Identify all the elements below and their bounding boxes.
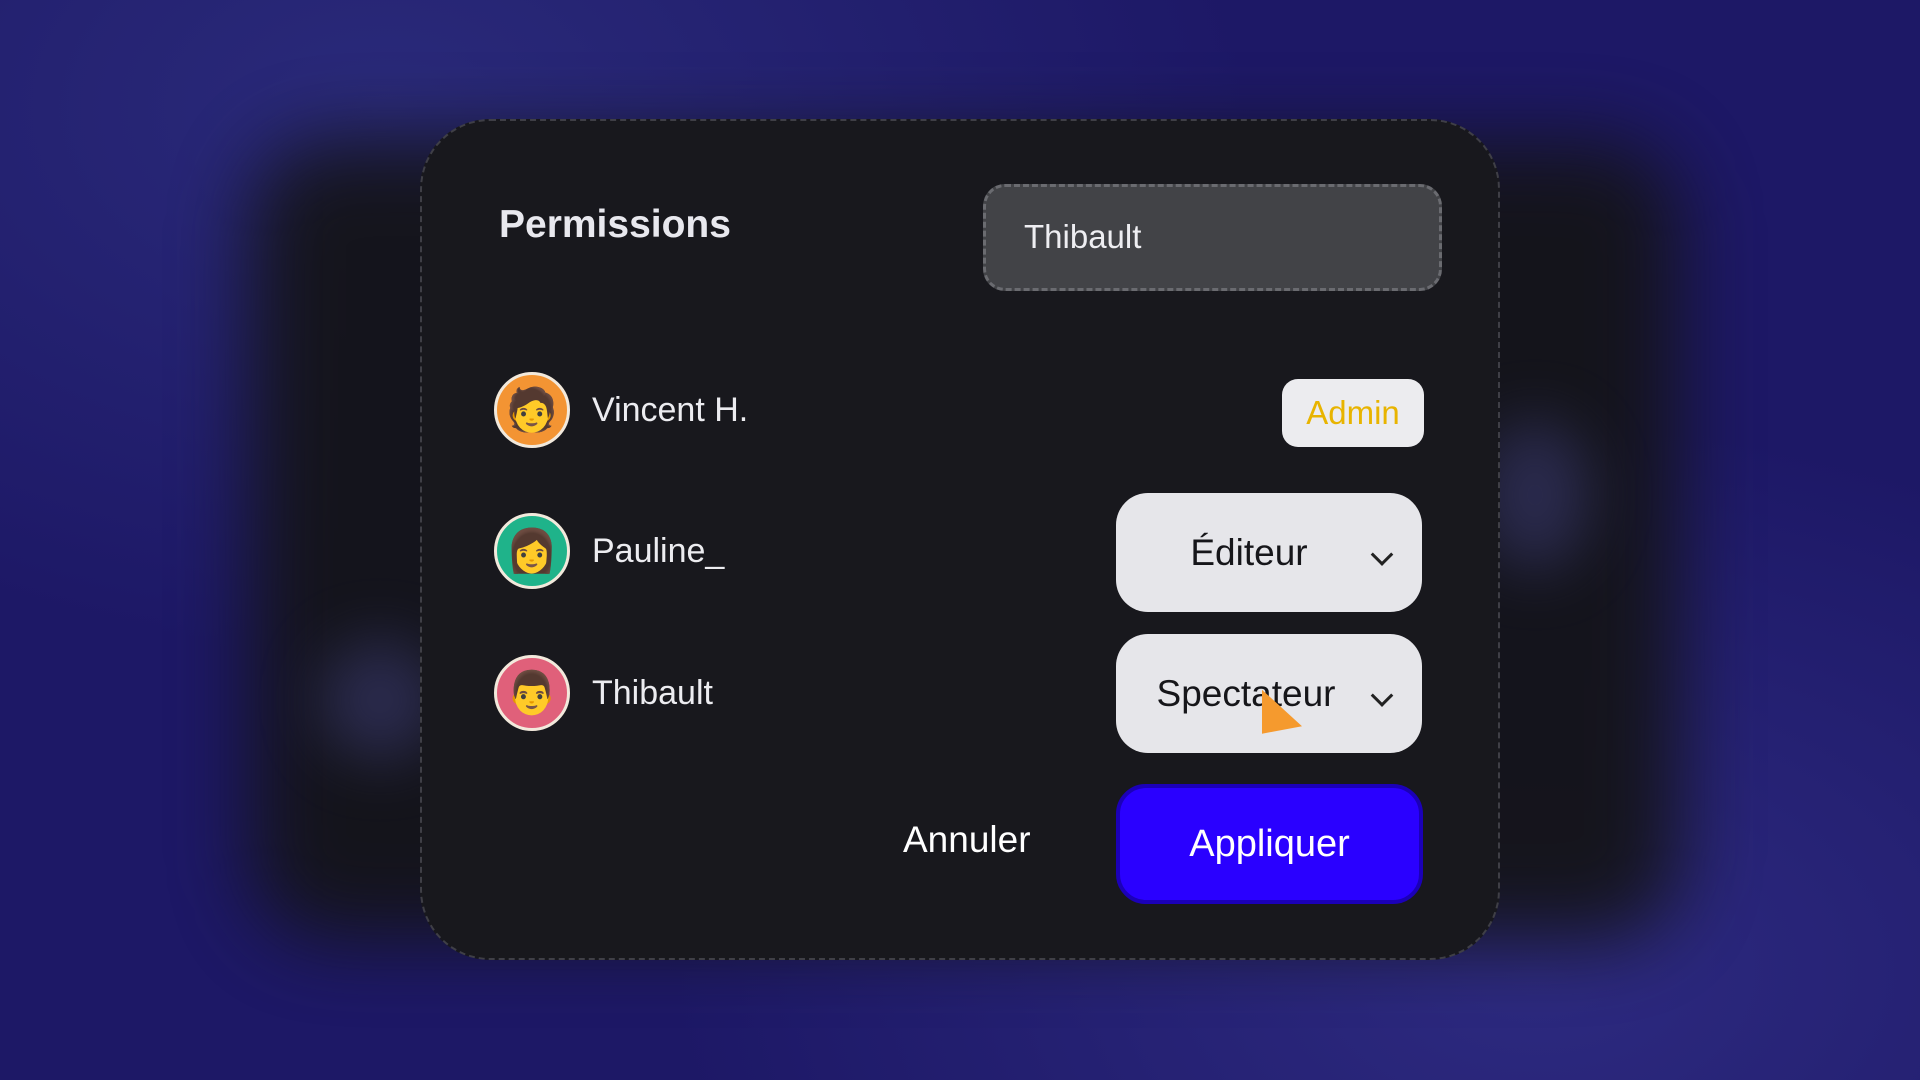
cancel-button[interactable]: Annuler bbox=[897, 818, 1037, 862]
role-dropdown-value: Éditeur bbox=[1190, 531, 1308, 573]
user-name: Vincent H. bbox=[592, 390, 749, 429]
avatar-memoji-man-glasses-icon: 🧑 bbox=[494, 372, 570, 448]
user-name: Pauline_ bbox=[592, 531, 725, 570]
role-dropdown-pauline[interactable]: Éditeur bbox=[1116, 493, 1422, 612]
avatar-memoji-man-icon: 👨 bbox=[494, 655, 570, 731]
role-dropdown-value: Spectateur bbox=[1156, 672, 1336, 714]
permissions-dialog: Permissions Thibault 🧑 Vincent H. Admin … bbox=[420, 119, 1500, 960]
user-row-pauline: 👩 Pauline_ bbox=[494, 512, 724, 590]
apply-button[interactable]: Appliquer bbox=[1116, 784, 1423, 904]
admin-role-badge: Admin bbox=[1282, 379, 1424, 447]
user-name: Thibault bbox=[592, 673, 713, 712]
avatar-memoji-woman-lightbulb-icon: 👩 bbox=[494, 513, 570, 589]
user-row-thibault: 👨 Thibault bbox=[494, 654, 713, 732]
user-row-vincent: 🧑 Vincent H. bbox=[494, 371, 748, 449]
search-input[interactable]: Thibault bbox=[983, 184, 1442, 291]
dialog-title: Permissions bbox=[499, 203, 731, 246]
